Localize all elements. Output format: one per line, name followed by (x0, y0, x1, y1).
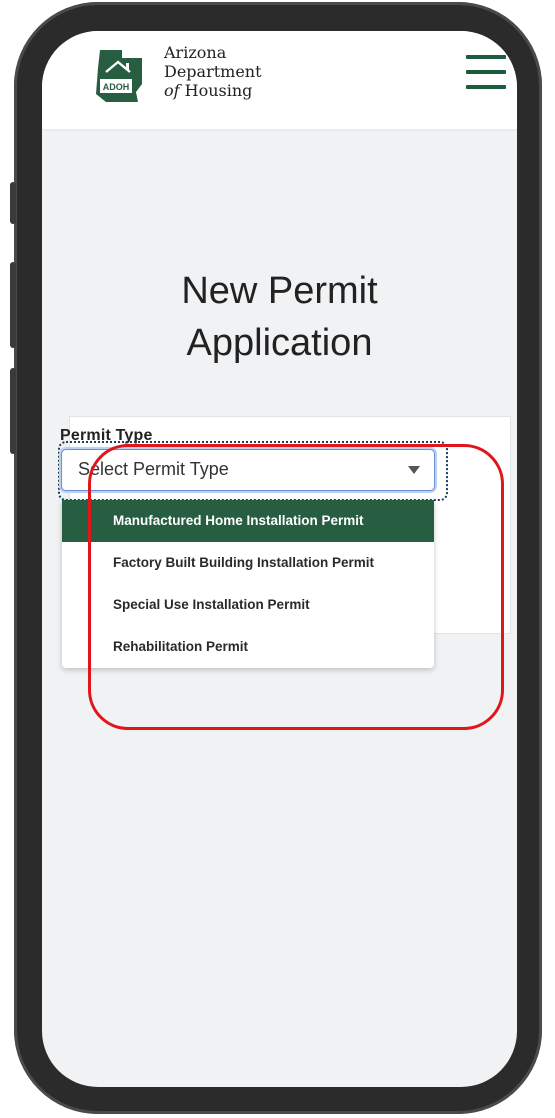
page-title: New Permit Application (181, 270, 378, 364)
phone-volume-up-button (10, 262, 16, 348)
phone-side-button (10, 182, 16, 224)
logo-line-arizona: Arizona (164, 43, 227, 62)
phone-mockup: ADOH Arizona Department of Housing New P… (0, 0, 555, 1118)
logo-abbr: ADOH (103, 82, 130, 92)
logo-line-department: Department (164, 62, 262, 81)
phone-volume-down-button (10, 368, 16, 454)
adoh-logo-icon[interactable]: ADOH (92, 48, 150, 104)
site-header: ADOH Arizona Department of Housing (42, 31, 517, 129)
logo-line-housing: of Housing (164, 81, 253, 100)
hamburger-icon[interactable] (466, 55, 506, 91)
annotation-highlight-circle (88, 444, 504, 730)
logo-wordmark[interactable]: Arizona Department of Housing (164, 43, 262, 100)
